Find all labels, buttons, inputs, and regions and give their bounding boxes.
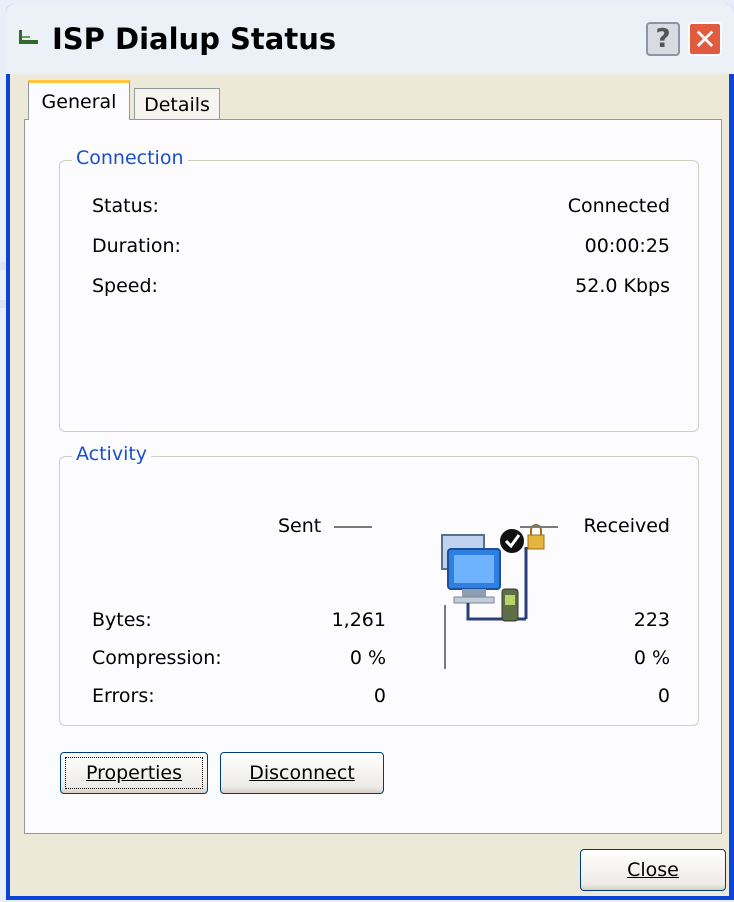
close-icon: ✕ (693, 22, 717, 56)
speed-value: 52.0 Kbps (575, 275, 670, 297)
duration-label: Duration: (92, 235, 181, 257)
tab-general-label: General (41, 90, 117, 113)
close-button-label: Close (627, 859, 679, 881)
dialog-body: General Details Connection Status: Conne… (10, 74, 729, 896)
speed-label: Speed: (92, 275, 158, 297)
connection-group: Connection Status: Connected Duration: 0… (59, 147, 699, 432)
close-button[interactable]: Close (580, 849, 726, 891)
activity-group: Activity Sent Received Bytes: 1,261 223 … (59, 443, 699, 726)
sent-divider (334, 526, 372, 528)
compression-label: Compression: (92, 647, 222, 669)
status-label: Status: (92, 195, 159, 217)
disconnect-button[interactable]: Disconnect (220, 752, 384, 794)
duration-value: 00:00:25 (584, 235, 670, 257)
disconnect-button-label: Disconnect (249, 762, 355, 784)
dialog-window: ISP Dialup Status ? ✕ General Details Co… (6, 4, 734, 900)
errors-sent-value: 0 (373, 685, 386, 707)
tab-general[interactable]: General (28, 80, 130, 120)
compression-received-value: 0 % (633, 647, 670, 669)
properties-button-label: Properties (85, 762, 183, 784)
bytes-label: Bytes: (92, 609, 152, 631)
dialup-connection-icon (19, 30, 38, 44)
status-value: Connected (567, 195, 670, 217)
window-title: ISP Dialup Status (52, 22, 337, 56)
tab-details-label: Details (144, 93, 210, 116)
activity-group-label: Activity (72, 443, 152, 465)
sent-label: Sent (278, 515, 322, 537)
received-divider (520, 526, 558, 528)
close-window-button[interactable]: ✕ (688, 22, 722, 56)
bytes-received-value: 223 (633, 609, 670, 631)
help-button[interactable]: ? (646, 22, 680, 56)
tab-panel-general: Connection Status: Connected Duration: 0… (24, 119, 722, 834)
bytes-sent-value: 1,261 (331, 609, 386, 631)
compression-sent-value: 0 % (349, 647, 386, 669)
properties-button[interactable]: Properties (60, 752, 208, 794)
tab-details[interactable]: Details (134, 88, 220, 120)
errors-received-value: 0 (657, 685, 670, 707)
received-label: Received (583, 515, 670, 537)
connection-group-label: Connection (72, 147, 188, 169)
help-icon: ? (655, 24, 671, 54)
title-bar[interactable]: ISP Dialup Status ? ✕ (6, 4, 734, 74)
activity-column-divider (444, 605, 446, 669)
errors-label: Errors: (92, 685, 155, 707)
